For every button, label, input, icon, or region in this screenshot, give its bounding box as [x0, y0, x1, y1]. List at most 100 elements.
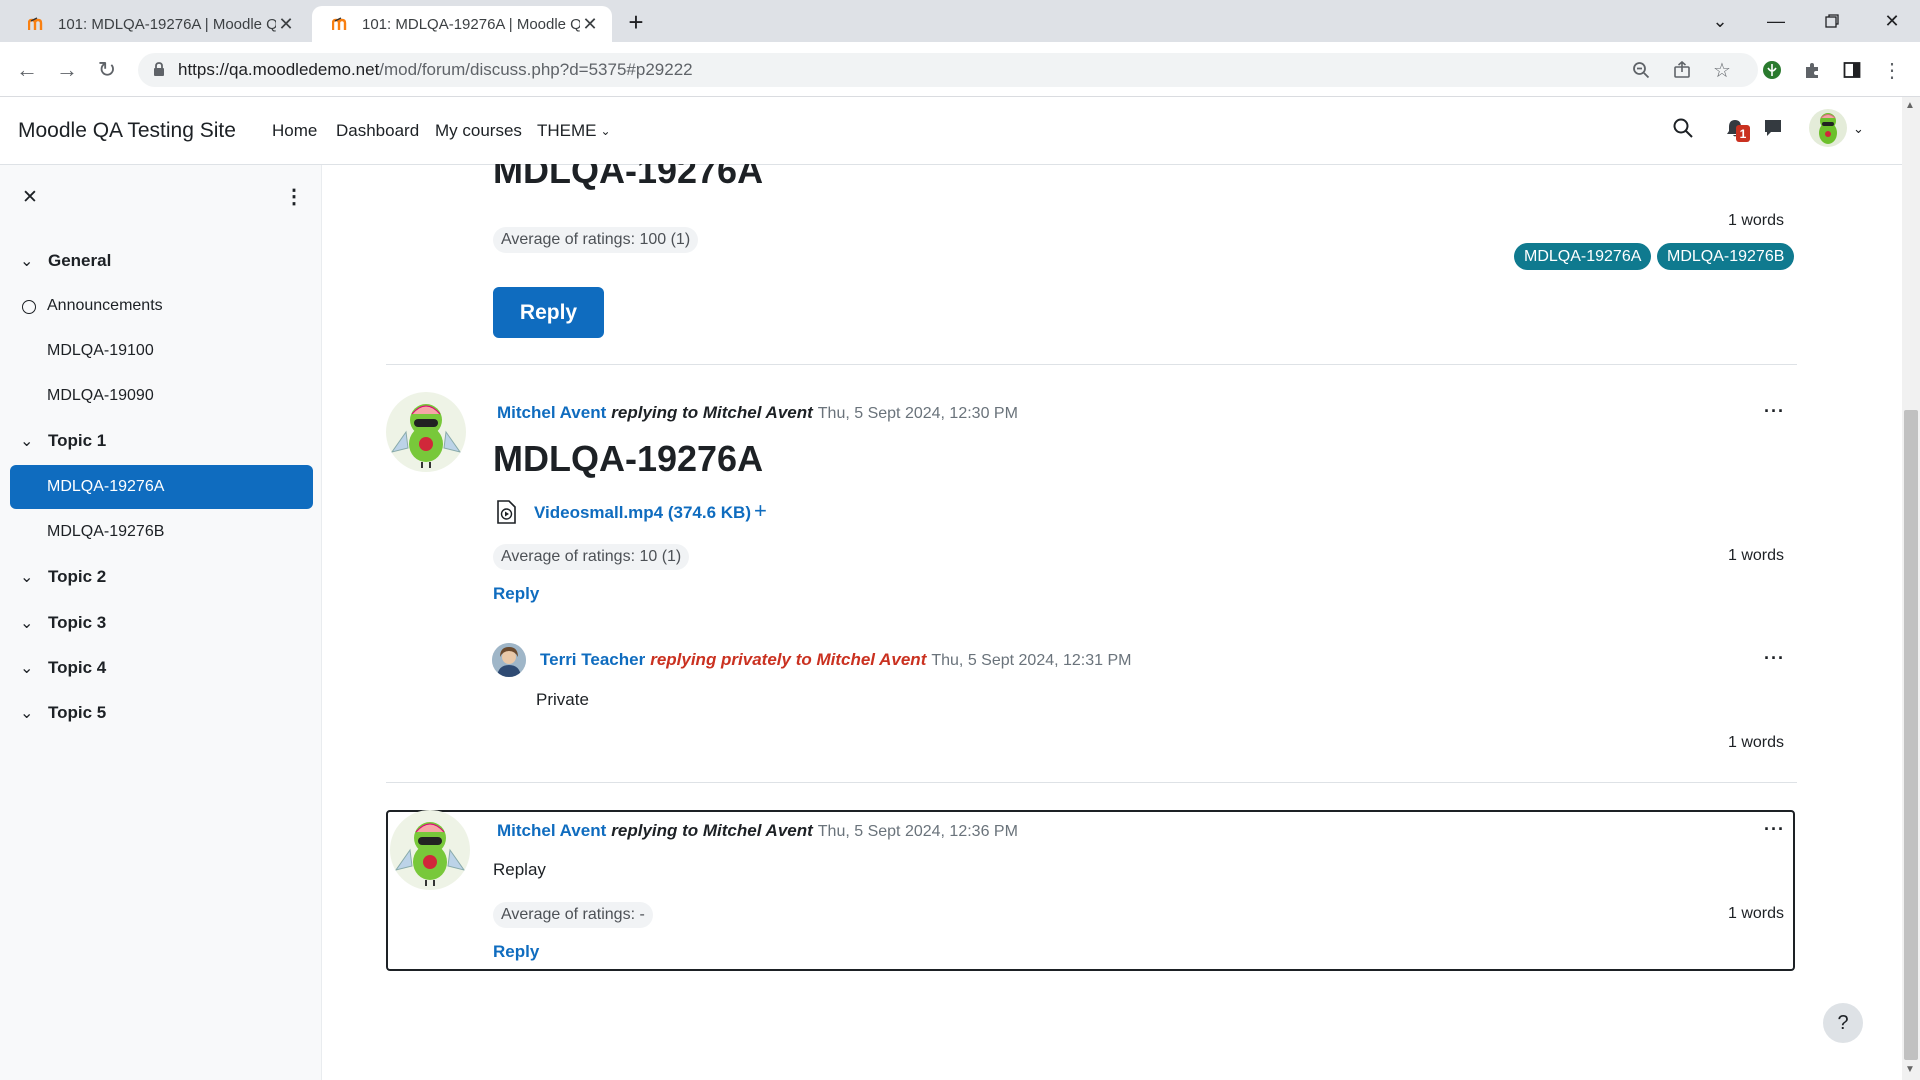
attachment-link[interactable]: Videosmall.mp4 (374.6 KB) [534, 503, 751, 523]
post-divider [386, 782, 1797, 783]
reply-link[interactable]: Reply [493, 584, 539, 604]
activity-mdlqa-19090[interactable]: MDLQA-19090 [47, 376, 154, 416]
activity-mdlqa-19276b[interactable]: MDLQA-19276B [47, 512, 164, 552]
author-avatar[interactable] [390, 810, 470, 890]
post-divider [386, 364, 1797, 365]
help-button[interactable]: ? [1823, 1003, 1863, 1043]
word-count: 1 words [1728, 734, 1785, 751]
nav-dashboard[interactable]: Dashboard [336, 121, 419, 141]
moodle-favicon-icon [28, 15, 46, 33]
rating-badge: Average of ratings: 100 (1) [493, 227, 699, 253]
private-reply-meta: replying privately to Mitchel Avent [650, 650, 927, 669]
author-link[interactable]: Mitchel Avent [497, 403, 606, 423]
url-text: https://qa.moodledemo.net/mod/forum/disc… [178, 60, 693, 80]
extension-shield-icon[interactable] [1758, 56, 1786, 84]
reply-meta: replying to Mitchel Avent [611, 821, 813, 840]
moodle-favicon-icon [332, 15, 350, 33]
site-name[interactable]: Moodle QA Testing Site [18, 119, 236, 143]
author-link[interactable]: Terri Teacher [540, 650, 645, 670]
scroll-down-arrow-icon[interactable]: ▼ [1905, 1064, 1915, 1075]
section-topic-1[interactable]: ⌄ Topic 1 [20, 421, 106, 461]
section-topic-5[interactable]: ⌄ Topic 5 [20, 693, 106, 733]
chevron-down-icon: ⌄ [20, 615, 34, 632]
url-path: /mod/forum/discuss.php?d=5375#p29222 [379, 60, 693, 79]
scroll-up-arrow-icon[interactable]: ▲ [1905, 100, 1915, 111]
more-options-icon[interactable]: ··· [1764, 819, 1785, 840]
nav-my-courses[interactable]: My courses [435, 121, 522, 141]
close-icon[interactable]: ✕ [580, 14, 600, 35]
section-topic-2[interactable]: ⌄ Topic 2 [20, 557, 106, 597]
completion-circle-icon [22, 300, 36, 314]
zoom-icon[interactable] [1627, 56, 1655, 84]
chevron-down-icon: ⌄ [20, 660, 34, 677]
chevron-down-icon: ⌄ [20, 433, 34, 450]
nav-home[interactable]: Home [272, 121, 317, 141]
drawer-options-icon[interactable]: ⋮ [284, 184, 304, 209]
bookmark-star-icon[interactable]: ☆ [1708, 56, 1736, 84]
post-subject: MDLQA-19276A [493, 438, 764, 479]
scrollbar-thumb[interactable] [1904, 410, 1918, 1060]
maximize-icon[interactable] [1804, 0, 1860, 42]
browser-tab-1[interactable]: 101: MDLQA-19276A | Moodle Q ✕ [8, 6, 308, 42]
section-general[interactable]: ⌄ General [20, 241, 111, 281]
close-drawer-icon[interactable]: ✕ [22, 186, 38, 209]
section-topic-4[interactable]: ⌄ Topic 4 [20, 648, 106, 688]
activity-mdlqa-19100[interactable]: MDLQA-19100 [47, 331, 154, 371]
section-topic-3[interactable]: ⌄ Topic 3 [20, 603, 106, 643]
reply-button[interactable]: Reply [493, 287, 604, 338]
reply-link[interactable]: Reply [493, 942, 539, 962]
user-avatar[interactable] [1809, 109, 1847, 147]
lock-icon[interactable] [152, 61, 166, 82]
search-icon[interactable] [1672, 117, 1694, 144]
rating-badge: Average of ratings: - [493, 902, 653, 928]
post-date: Thu, 5 Sept 2024, 12:36 PM [817, 823, 1018, 840]
tab-title: 101: MDLQA-19276A | Moodle Q [362, 15, 580, 33]
chevron-down-icon: ⌄ [20, 569, 34, 586]
post-date: Thu, 5 Sept 2024, 12:30 PM [817, 405, 1018, 422]
window-close-icon[interactable]: ✕ [1864, 0, 1920, 42]
author-avatar[interactable] [492, 643, 526, 677]
tag-mdlqa-19276b[interactable]: MDLQA-19276B [1657, 243, 1795, 270]
word-count: 1 words [1728, 547, 1785, 564]
tab-title: 101: MDLQA-19276A | Moodle Q [58, 15, 276, 33]
chevron-down-icon[interactable]: ⌄ [1853, 121, 1864, 137]
minimize-icon[interactable]: — [1748, 0, 1804, 42]
author-avatar[interactable] [386, 392, 466, 472]
activity-announcements[interactable]: Announcements [47, 286, 163, 326]
url-host: https://qa.moodledemo.net [178, 60, 380, 79]
nav-theme-label: THEME [537, 121, 597, 140]
section-label: Topic 1 [48, 431, 107, 450]
post-header: Terri Teacher replying privately to Mitc… [540, 650, 1132, 670]
reply-meta: replying to Mitchel Avent [611, 403, 813, 422]
tab-search-icon[interactable]: ⌄ [1692, 0, 1748, 42]
reload-icon[interactable]: ↻ [93, 56, 121, 84]
side-panel-icon[interactable] [1838, 56, 1866, 84]
back-arrow-icon[interactable]: ← [13, 56, 41, 84]
new-tab-icon[interactable]: + [622, 7, 650, 37]
forward-arrow-icon[interactable]: → [53, 56, 81, 84]
browser-menu-icon[interactable]: ⋮ [1878, 56, 1906, 84]
messages-icon[interactable] [1763, 118, 1783, 143]
tag-mdlqa-19276a[interactable]: MDLQA-19276A [1514, 243, 1652, 270]
post-header: Mitchel Avent replying to Mitchel Avent … [497, 821, 1018, 841]
chevron-down-icon: ⌄ [20, 253, 34, 270]
author-link[interactable]: Mitchel Avent [497, 821, 606, 841]
nav-theme-dropdown[interactable]: THEME ⌄ [537, 121, 611, 141]
close-icon[interactable]: ✕ [276, 14, 296, 35]
browser-tab-2[interactable]: 101: MDLQA-19276A | Moodle Q ✕ [312, 6, 612, 42]
plus-icon[interactable]: + [754, 498, 767, 524]
extensions-puzzle-icon[interactable] [1798, 56, 1826, 84]
section-label: Topic 4 [48, 658, 107, 677]
more-options-icon[interactable]: ··· [1764, 648, 1785, 669]
activity-mdlqa-19276a[interactable]: MDLQA-19276A [47, 467, 164, 507]
share-icon[interactable] [1668, 56, 1696, 84]
section-label: Topic 3 [48, 613, 107, 632]
word-count: 1 words [1728, 905, 1785, 922]
more-options-icon[interactable]: ··· [1764, 401, 1785, 422]
rating-badge: Average of ratings: 10 (1) [493, 544, 690, 570]
notification-count-badge: 1 [1736, 125, 1750, 142]
chevron-down-icon: ⌄ [600, 124, 611, 138]
address-bar[interactable]: https://qa.moodledemo.net/mod/forum/disc… [138, 53, 1758, 87]
section-label: General [48, 251, 112, 270]
post-body: Private [536, 690, 589, 709]
